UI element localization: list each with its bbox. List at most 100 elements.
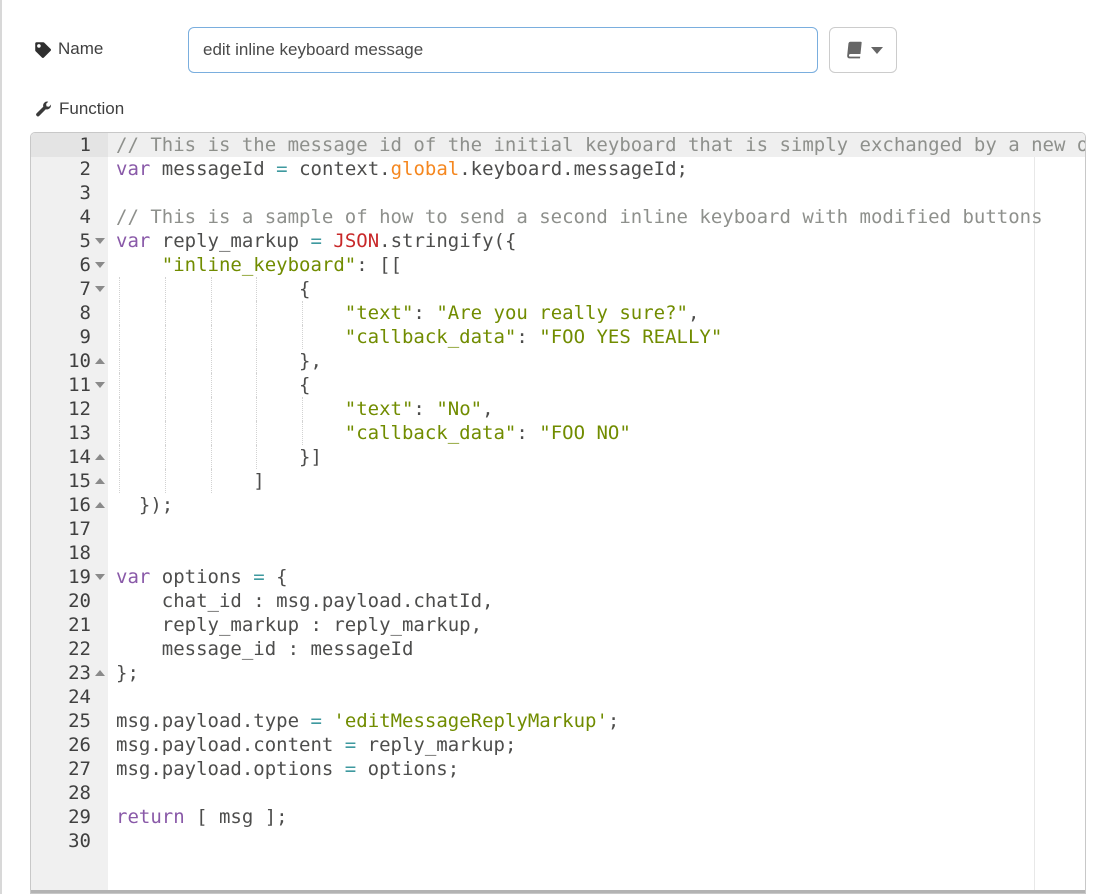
code-line[interactable]: { xyxy=(108,277,1085,301)
fold-end-icon[interactable] xyxy=(95,670,105,676)
code-line[interactable]: // This is the message id of the initial… xyxy=(108,133,1085,157)
code-line-text: msg.payload.content = reply_markup; xyxy=(116,734,516,756)
gutter-cell[interactable]: 1 xyxy=(31,133,108,157)
gutter-cell[interactable]: 22 xyxy=(31,637,108,661)
gutter-cell[interactable]: 5 xyxy=(31,229,108,253)
code-line[interactable] xyxy=(108,829,1085,853)
code-line[interactable]: message_id : messageId xyxy=(108,637,1085,661)
page-left-edge xyxy=(0,0,2,894)
code-line-text: }] xyxy=(116,446,322,468)
code-line-text: "callback_data": "FOO YES REALLY" xyxy=(116,326,722,348)
gutter-cell[interactable]: 21 xyxy=(31,613,108,637)
code-line-text: { xyxy=(116,278,310,300)
gutter-cell[interactable]: 8 xyxy=(31,301,108,325)
line-number: 8 xyxy=(31,301,91,325)
gutter-cell[interactable]: 20 xyxy=(31,589,108,613)
gutter-cell[interactable]: 29 xyxy=(31,805,108,829)
code-line[interactable]: msg.payload.type = 'editMessageReplyMark… xyxy=(108,709,1085,733)
gutter-cell[interactable]: 13 xyxy=(31,421,108,445)
code-line[interactable] xyxy=(108,541,1085,565)
gutter-cell[interactable]: 16 xyxy=(31,493,108,517)
code-line[interactable]: "inline_keyboard": [[ xyxy=(108,253,1085,277)
code-line[interactable] xyxy=(108,517,1085,541)
code-line[interactable]: "text": "Are you really sure?", xyxy=(108,301,1085,325)
code-line-text: }, xyxy=(116,350,322,372)
gutter-cell[interactable]: 10 xyxy=(31,349,108,373)
gutter-cell[interactable]: 30 xyxy=(31,829,108,853)
gutter-cell[interactable]: 2 xyxy=(31,157,108,181)
gutter-cell[interactable]: 28 xyxy=(31,781,108,805)
fold-open-icon[interactable] xyxy=(95,262,105,268)
code-line[interactable]: chat_id : msg.payload.chatId, xyxy=(108,589,1085,613)
fold-open-icon[interactable] xyxy=(95,238,105,244)
gutter-cell[interactable]: 9 xyxy=(31,325,108,349)
code-line[interactable]: { xyxy=(108,373,1085,397)
gutter-cell[interactable]: 17 xyxy=(31,517,108,541)
fold-end-icon[interactable] xyxy=(95,478,105,484)
code-line[interactable]: }); xyxy=(108,493,1085,517)
code-line[interactable]: msg.payload.options = options; xyxy=(108,757,1085,781)
code-line[interactable]: // This is a sample of how to send a sec… xyxy=(108,205,1085,229)
line-number: 9 xyxy=(31,325,91,349)
book-icon xyxy=(844,40,865,61)
code-line[interactable]: msg.payload.content = reply_markup; xyxy=(108,733,1085,757)
gutter-cell[interactable]: 6 xyxy=(31,253,108,277)
code-line[interactable] xyxy=(108,781,1085,805)
gutter-cell[interactable]: 23 xyxy=(31,661,108,685)
fold-open-icon[interactable] xyxy=(95,382,105,388)
fold-open-icon[interactable] xyxy=(95,286,105,292)
code-line[interactable]: reply_markup : reply_markup, xyxy=(108,613,1085,637)
name-input[interactable] xyxy=(188,27,818,73)
fold-end-icon[interactable] xyxy=(95,454,105,460)
line-number: 28 xyxy=(31,781,91,805)
line-number: 21 xyxy=(31,613,91,637)
line-number: 1 xyxy=(31,133,91,157)
gutter-cell[interactable]: 3 xyxy=(31,181,108,205)
gutter-cell[interactable]: 12 xyxy=(31,397,108,421)
fold-open-icon[interactable] xyxy=(95,574,105,580)
code-line[interactable]: "text": "No", xyxy=(108,397,1085,421)
gutter-cell[interactable]: 24 xyxy=(31,685,108,709)
code-line[interactable]: }, xyxy=(108,349,1085,373)
code-line[interactable]: return [ msg ]; xyxy=(108,805,1085,829)
editor-bottom-bar xyxy=(31,890,1085,893)
code-line[interactable]: }; xyxy=(108,661,1085,685)
library-button[interactable] xyxy=(829,27,897,73)
line-number: 16 xyxy=(31,493,91,517)
code-line-text: chat_id : msg.payload.chatId, xyxy=(116,590,494,612)
gutter-cell[interactable]: 26 xyxy=(31,733,108,757)
gutter-cell[interactable]: 11 xyxy=(31,373,108,397)
line-number: 23 xyxy=(31,661,91,685)
gutter-cell[interactable]: 7 xyxy=(31,277,108,301)
line-number: 2 xyxy=(31,157,91,181)
gutter-cell[interactable]: 27 xyxy=(31,757,108,781)
line-number: 4 xyxy=(31,205,91,229)
code-line[interactable]: }] xyxy=(108,445,1085,469)
fold-widget-slot xyxy=(91,286,108,292)
code-line[interactable]: var messageId = context.global.keyboard.… xyxy=(108,157,1085,181)
code-line[interactable]: "callback_data": "FOO NO" xyxy=(108,421,1085,445)
editor-scroller[interactable]: // This is the message id of the initial… xyxy=(108,133,1085,893)
gutter-cell[interactable]: 14 xyxy=(31,445,108,469)
code-line-text: "text": "No", xyxy=(116,398,494,420)
code-line[interactable] xyxy=(108,685,1085,709)
gutter-cell[interactable]: 18 xyxy=(31,541,108,565)
fold-widget-slot xyxy=(91,262,108,268)
code-line[interactable]: var reply_markup = JSON.stringify({ xyxy=(108,229,1085,253)
code-line[interactable]: var options = { xyxy=(108,565,1085,589)
fold-end-icon[interactable] xyxy=(95,358,105,364)
line-number: 5 xyxy=(31,229,91,253)
code-line[interactable]: "callback_data": "FOO YES REALLY" xyxy=(108,325,1085,349)
code-line-text: // This is the message id of the initial… xyxy=(116,134,1085,156)
line-number: 20 xyxy=(31,589,91,613)
code-line[interactable] xyxy=(108,181,1085,205)
gutter-cell[interactable]: 15 xyxy=(31,469,108,493)
line-number: 25 xyxy=(31,709,91,733)
gutter-cell[interactable]: 19 xyxy=(31,565,108,589)
line-number: 27 xyxy=(31,757,91,781)
code-editor[interactable]: 1234567891011121314151617181920212223242… xyxy=(30,132,1086,894)
fold-end-icon[interactable] xyxy=(95,502,105,508)
gutter-cell[interactable]: 25 xyxy=(31,709,108,733)
code-line[interactable]: ] xyxy=(108,469,1085,493)
gutter-cell[interactable]: 4 xyxy=(31,205,108,229)
